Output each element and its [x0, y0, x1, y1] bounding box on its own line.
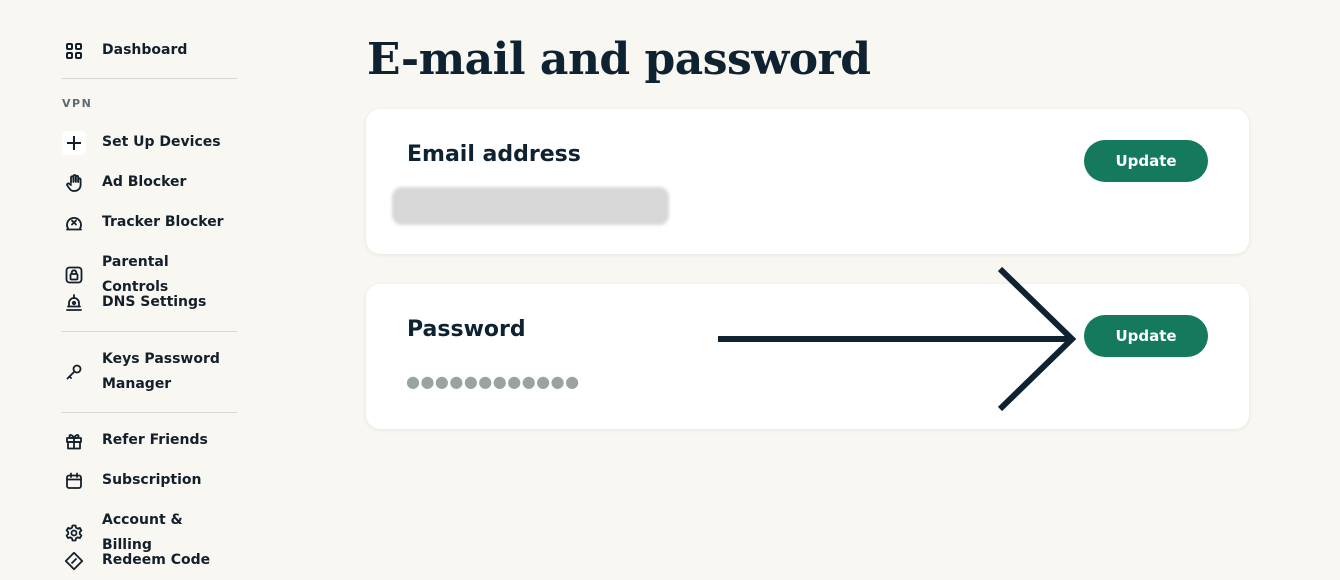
page-title: E-mail and password [367, 34, 871, 85]
password-masked-value: ●●●●●●●●●●●● [406, 372, 580, 391]
key-icon [62, 360, 86, 384]
sidebar-item-label: Ad Blocker [102, 174, 187, 190]
sidebar-item-subscription[interactable]: Subscription [62, 468, 237, 493]
sidebar-item-label: Tracker Blocker [102, 214, 224, 230]
sidebar-item-tracker-blocker[interactable]: Tracker Blocker [62, 210, 237, 235]
password-card-title: Password [407, 317, 526, 342]
update-password-button[interactable]: Update [1084, 315, 1208, 357]
sidebar-item-ad-blocker[interactable]: Ad Blocker [62, 170, 237, 195]
ticket-icon [62, 549, 86, 573]
sidebar-item-label: DNS Settings [102, 294, 207, 310]
sidebar-item-redeem-code[interactable]: Redeem Code [62, 548, 237, 573]
sidebar-item-keys-password-manager[interactable]: Keys Password Manager [62, 347, 237, 397]
gift-icon [62, 429, 86, 453]
sidebar-item-dns-settings[interactable]: DNS Settings [62, 290, 237, 315]
calendar-icon [62, 469, 86, 493]
sidebar-divider [62, 78, 237, 79]
dns-icon [62, 291, 86, 315]
section-label-vpn: VPN [62, 97, 93, 110]
sidebar-divider [62, 412, 237, 413]
sidebar-item-label: Keys Password Manager [102, 351, 220, 392]
sidebar-item-dashboard[interactable]: Dashboard [62, 38, 237, 63]
password-card: Password ●●●●●●●●●●●● Update [366, 284, 1249, 429]
update-email-button[interactable]: Update [1084, 140, 1208, 182]
redacted-email-value [392, 187, 669, 225]
lock-icon [62, 263, 86, 287]
sidebar-item-label: Set Up Devices [102, 134, 221, 150]
sidebar-item-refer-friends[interactable]: Refer Friends [62, 428, 237, 453]
sidebar-item-label: Redeem Code [102, 552, 211, 568]
sidebar: Dashboard VPN Set Up Devices Ad Blocker … [0, 0, 300, 580]
sidebar-item-label: Subscription [102, 472, 202, 488]
email-card-title: Email address [407, 142, 581, 167]
sidebar-item-label: Dashboard [102, 42, 188, 58]
sidebar-item-set-up-devices[interactable]: Set Up Devices [62, 130, 237, 155]
email-card: Email address Update [366, 109, 1249, 254]
sidebar-divider [62, 331, 237, 332]
sidebar-item-label: Refer Friends [102, 432, 208, 448]
hand-icon [62, 171, 86, 195]
gear-icon [62, 521, 86, 545]
grid-icon [62, 39, 86, 63]
tracker-block-icon [62, 211, 86, 235]
plus-icon [62, 130, 86, 155]
